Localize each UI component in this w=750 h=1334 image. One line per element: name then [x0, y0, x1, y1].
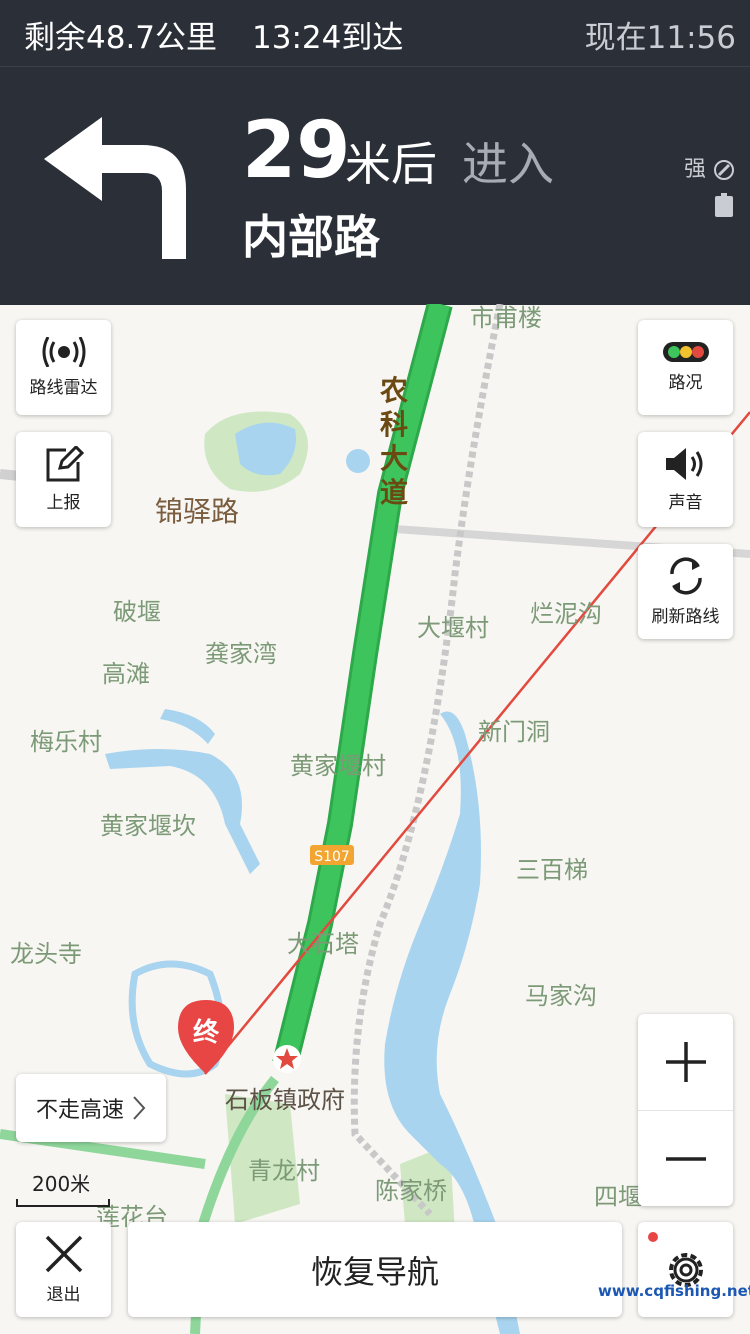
- destination-label: 终: [192, 1018, 219, 1048]
- exit-label: 退出: [46, 1285, 81, 1305]
- resume-navigation-label: 恢复导航: [310, 1252, 439, 1291]
- settings-notification-dot: [648, 1232, 658, 1242]
- traffic-light-icon: [662, 342, 709, 362]
- place-dayan: 大堰村: [417, 614, 489, 642]
- guidance-panel: 29 米后 进入 内部路 强: [0, 66, 750, 305]
- route-radar-label: 路线雷达: [29, 378, 98, 398]
- place-siyan: 四堰: [594, 1183, 642, 1211]
- satellite-icon: [714, 160, 735, 180]
- current-time: 现在11:56: [584, 20, 736, 56]
- place-gongjiawan: 龚家湾: [205, 640, 277, 668]
- scale-bar: [16, 1199, 110, 1207]
- place-qinglong: 青龙村: [248, 1157, 320, 1185]
- traffic-label: 路况: [668, 373, 703, 393]
- speaker-icon: [665, 448, 702, 480]
- road-label-nongke: 农科大道: [380, 374, 409, 509]
- map-view[interactable]: S107 农科大道 锦驿路 市甫楼 破堰 高滩 龚家湾 梅乐村 黄家堰坎 黄家堰…: [0, 304, 750, 1334]
- place-dashita: 大石塔: [287, 930, 359, 958]
- route-radar-button[interactable]: 路线雷达: [16, 320, 111, 415]
- place-shiban: 石板镇政府: [225, 1086, 345, 1114]
- gps-signal: 强: [684, 151, 735, 183]
- resume-navigation-button[interactable]: 恢复导航: [128, 1222, 622, 1317]
- place-huangjiayankan: 黄家堰坎: [100, 812, 196, 840]
- place-chenjiaqiao: 陈家桥: [375, 1177, 447, 1205]
- plus-icon: [665, 1042, 706, 1082]
- watermark: www.cqfishing.net: [598, 1282, 750, 1300]
- edit-icon: [46, 446, 84, 482]
- remaining-distance: 剩余48.7公里: [24, 20, 218, 56]
- turn-distance: 29: [242, 106, 351, 196]
- report-label: 上报: [46, 493, 81, 513]
- zoom-in-button[interactable]: [638, 1014, 733, 1111]
- place-sanbaiti: 三百梯: [516, 856, 588, 884]
- report-button[interactable]: 上报: [16, 432, 111, 527]
- map-scale: 200米: [16, 1168, 110, 1207]
- status-bar: 剩余48.7公里 13:24到达 现在11:56: [0, 0, 750, 66]
- next-road-name: 内部路: [242, 210, 380, 264]
- sound-label: 声音: [668, 493, 703, 513]
- place-huangjiayancun: 黄家堰村: [290, 752, 386, 780]
- place-majiagou: 马家沟: [525, 982, 597, 1010]
- refresh-icon: [669, 557, 702, 595]
- turn-distance-unit: 米后: [345, 137, 437, 191]
- exit-button[interactable]: 退出: [16, 1222, 111, 1317]
- radar-icon: [42, 337, 85, 367]
- place-xinmen: 新门洞: [478, 718, 550, 746]
- settings-button[interactable]: [638, 1222, 733, 1317]
- minus-icon: [665, 1156, 706, 1161]
- sound-button[interactable]: 声音: [638, 432, 733, 527]
- turn-action: 进入: [462, 137, 554, 191]
- place-gaotan: 高滩: [102, 660, 150, 688]
- place-shijialou: 市甫楼: [470, 304, 542, 332]
- close-icon: [45, 1235, 82, 1273]
- road-label-jinyi: 锦驿路: [155, 495, 240, 528]
- arrival-time: 13:24到达: [252, 20, 404, 56]
- place-poyan: 破堰: [113, 598, 161, 626]
- refresh-route-button[interactable]: 刷新路线: [638, 544, 733, 639]
- chevron-right-icon: [133, 1096, 146, 1120]
- avoid-highway-button[interactable]: 不走高速: [16, 1074, 166, 1142]
- place-meile: 梅乐村: [30, 728, 102, 756]
- zoom-out-button[interactable]: [638, 1111, 733, 1206]
- avoid-highway-label: 不走高速: [35, 1098, 124, 1123]
- turn-left-icon: [44, 117, 186, 259]
- gps-signal-label: 强: [684, 157, 707, 182]
- destination-pin[interactable]: 终: [178, 1000, 234, 1074]
- zoom-control: [638, 1014, 733, 1206]
- road-shield-s107: S107: [314, 849, 350, 865]
- traffic-button[interactable]: 路况: [638, 320, 733, 415]
- refresh-route-label: 刷新路线: [651, 607, 720, 627]
- place-lannigou: 烂泥沟: [530, 600, 602, 628]
- scale-label: 200米: [32, 1172, 91, 1196]
- battery-icon: [715, 193, 733, 217]
- place-longtousi: 龙头寺: [10, 940, 82, 968]
